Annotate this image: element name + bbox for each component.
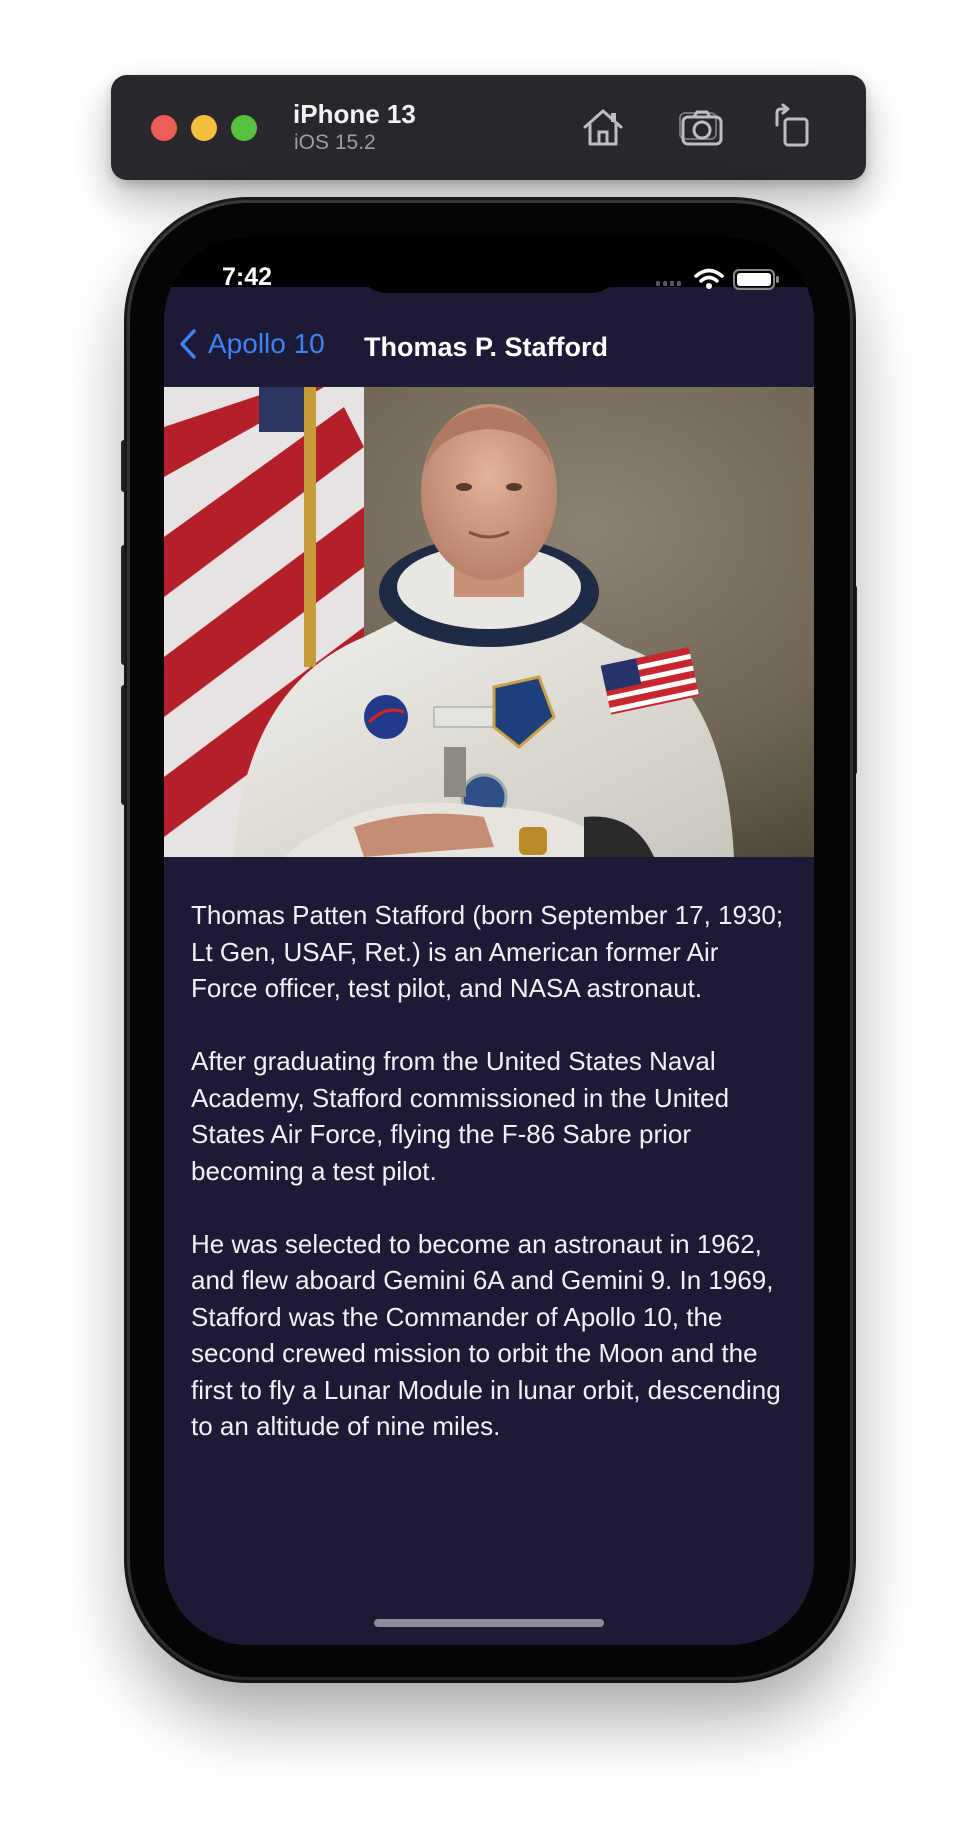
battery-icon: [733, 269, 779, 290]
bio-text: Thomas Patten Stafford (born September 1…: [191, 897, 791, 1481]
notch: [354, 237, 624, 293]
rotate-icon[interactable]: [769, 103, 817, 151]
status-time: 7:42: [222, 263, 273, 291]
bio-paragraph: After graduating from the United States …: [191, 1046, 730, 1186]
wifi-icon: [694, 268, 724, 289]
zoom-window-button[interactable]: [231, 115, 257, 141]
volume-up-button: [121, 545, 130, 665]
signal-icon: [656, 281, 681, 286]
bio-paragraph: He was selected to become an astronaut i…: [191, 1228, 781, 1442]
astronaut-photo: [164, 387, 814, 857]
home-indicator[interactable]: [374, 1619, 604, 1627]
os-version: iOS 15.2: [294, 131, 376, 154]
home-icon[interactable]: [579, 103, 627, 151]
minimize-window-button[interactable]: [191, 115, 217, 141]
back-button-label: Apollo 10: [208, 328, 325, 359]
silent-switch: [121, 440, 130, 492]
chevron-left-icon: [180, 329, 196, 359]
bio-paragraph: Thomas Patten Stafford (born September 1…: [191, 900, 784, 1003]
simulator-toolbar: [111, 75, 866, 180]
screenshot-icon[interactable]: [678, 103, 726, 151]
page-title: Thomas P. Stafford: [364, 332, 609, 362]
app-screen: 7:42 Apollo 10 Thomas P. Stafford Thomas…: [164, 237, 814, 1645]
device-name: iPhone 13: [293, 99, 416, 129]
volume-down-button: [121, 685, 130, 805]
status-icons: [656, 268, 779, 290]
back-button[interactable]: Apollo 10: [178, 328, 325, 360]
close-window-button[interactable]: [151, 115, 177, 141]
